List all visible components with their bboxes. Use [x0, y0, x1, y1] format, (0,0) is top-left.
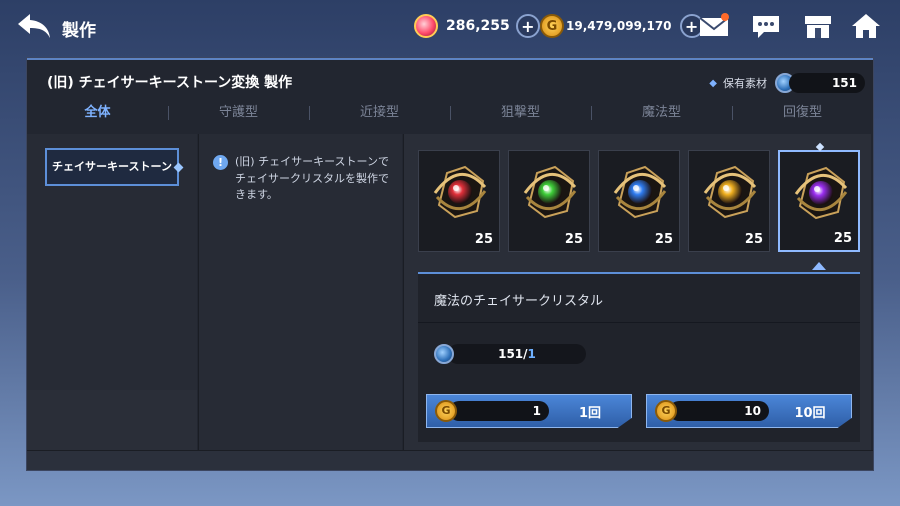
gold-currency: G 19,479,099,170 +: [540, 12, 704, 40]
panel-footer: [27, 450, 873, 470]
selection-pointer: [812, 262, 826, 270]
material-have: 151: [498, 347, 524, 361]
detail-divider: [418, 322, 860, 323]
crystal-icon: [794, 166, 848, 220]
craft-1x-button[interactable]: G 1 1回: [426, 394, 632, 428]
crystal-icon: [613, 165, 667, 219]
tab-healer[interactable]: 回復型: [732, 100, 873, 130]
material-requirement: 151/1: [434, 344, 586, 364]
selected-marker: [815, 142, 825, 152]
crystal-slot[interactable]: 25: [778, 142, 860, 252]
owned-count: 151: [789, 73, 865, 93]
category-list-footer: [27, 390, 197, 450]
gold-amount: 19,479,099,170: [566, 19, 672, 33]
gem-currency: 286,255 +: [414, 12, 540, 40]
info-text: (旧) チェイサーキーストーンでチェイサークリスタルを製作できます。: [235, 155, 389, 201]
crystal-icon: [703, 165, 757, 219]
red-gem-icon: [414, 14, 438, 38]
crystal-slot[interactable]: 25: [688, 150, 770, 252]
crystal-qty: 25: [833, 231, 852, 246]
crafting-panel: (旧) チェイサーキーストーン変換 製作 ◆ 保有素材 151 全体 守護型 近…: [26, 57, 874, 471]
back-arrow-icon[interactable]: [14, 10, 54, 42]
type-tabs: 全体 守護型 近接型 狙撃型 魔法型 回復型: [27, 100, 873, 130]
tab-melee[interactable]: 近接型: [309, 100, 450, 130]
owned-label: 保有素材: [723, 77, 767, 90]
crystal-qty: 25: [744, 232, 763, 247]
gem-amount: 286,255: [446, 18, 510, 34]
material-count: 151/1: [448, 344, 586, 364]
selected-marker: [173, 162, 184, 173]
gold-coin-icon: G: [540, 14, 564, 38]
crystal-name: 魔法のチェイサークリスタル: [434, 294, 604, 309]
craft-10x-button[interactable]: G 10 10回: [646, 394, 852, 428]
crystal-slot[interactable]: 25: [598, 150, 680, 252]
craft-10x-label: 10回: [794, 405, 826, 421]
category-list: チェイサーキーストーン: [27, 134, 197, 450]
crystal-slot[interactable]: 25: [418, 150, 500, 252]
tab-all[interactable]: 全体: [27, 100, 168, 130]
panel-header: (旧) チェイサーキーストーン変換 製作 ◆ 保有素材 151: [27, 58, 873, 100]
info-column: ! (旧) チェイサーキーストーンでチェイサークリスタルを製作できます。: [198, 134, 402, 450]
gold-coin-icon: G: [435, 400, 457, 422]
top-bar: 製作 286,255 + G 19,479,099,170 +: [0, 0, 900, 52]
tab-sniper[interactable]: 狙撃型: [450, 100, 591, 130]
home-icon[interactable]: [850, 12, 882, 40]
crystal-slot[interactable]: 25: [508, 150, 590, 252]
gold-coin-icon: G: [655, 400, 677, 422]
category-keystone-button[interactable]: チェイサーキーストーン: [45, 148, 184, 186]
chat-icon[interactable]: [750, 12, 782, 40]
mail-icon[interactable]: [698, 12, 730, 40]
sparkle-icon: ◆: [709, 77, 717, 89]
material-need: 1: [527, 347, 536, 361]
keystone-icon: [434, 344, 454, 364]
crystal-icon: [523, 165, 577, 219]
add-gem-button[interactable]: +: [515, 14, 540, 38]
crystal-list: 25 25 25 25 25: [418, 142, 860, 252]
panel-title: (旧) チェイサーキーストーン変換 製作: [47, 75, 293, 91]
category-label: チェイサーキーストーン: [52, 160, 172, 174]
info-box: ! (旧) チェイサーキーストーンでチェイサークリスタルを製作できます。: [213, 154, 393, 204]
crystal-qty: 25: [654, 232, 673, 247]
crystal-qty: 25: [474, 232, 493, 247]
shop-icon[interactable]: [802, 12, 834, 40]
tab-guardian[interactable]: 守護型: [168, 100, 309, 130]
craft-10x-cost: 10: [669, 401, 769, 421]
crystal-icon: [433, 165, 487, 219]
craft-1x-cost: 1: [449, 401, 549, 421]
owned-materials: ◆ 保有素材 151: [709, 72, 865, 94]
page-title: 製作: [62, 21, 96, 41]
craft-1x-label: 1回: [578, 405, 602, 421]
detail-panel: 魔法のチェイサークリスタル 151/1 G 1 1回 G 10 10回: [418, 272, 860, 442]
tab-magic[interactable]: 魔法型: [591, 100, 732, 130]
craft-area: 25 25 25 25 25 魔法のチェイサークリスタル 151/1 G 1 1回 G …: [403, 134, 871, 450]
crystal-qty: 25: [564, 232, 583, 247]
info-icon: !: [213, 155, 228, 170]
